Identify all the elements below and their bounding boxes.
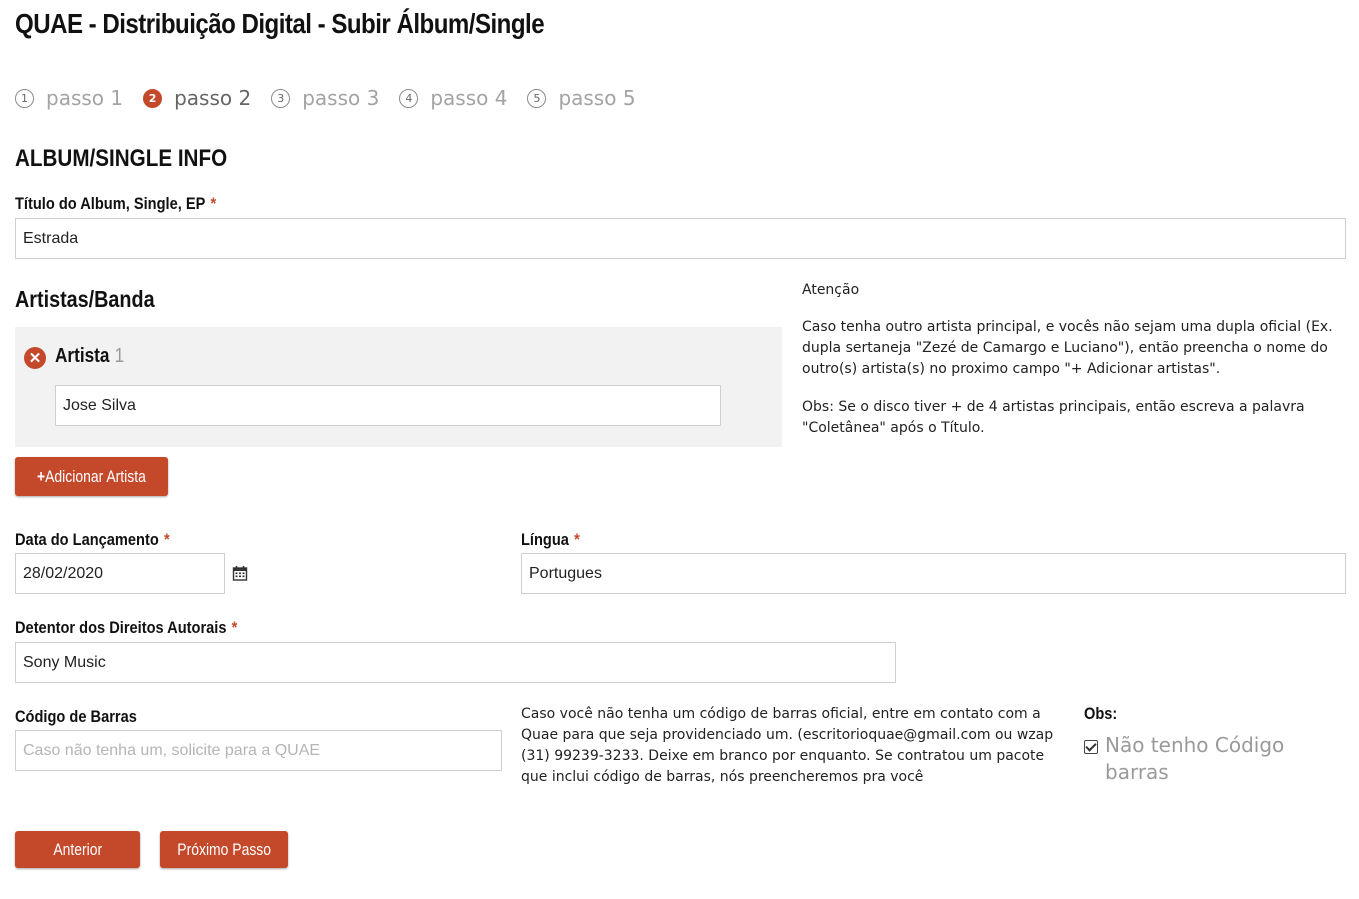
calendar-icon[interactable] [232, 565, 248, 581]
required-marker: * [231, 618, 238, 637]
add-artist-button[interactable]: +Adicionar Artista [15, 457, 168, 496]
previous-button[interactable]: Anterior [15, 831, 140, 868]
step-5-number: 5 [527, 88, 547, 108]
previous-label: Anterior [53, 839, 102, 859]
language-label: Língua * [521, 530, 580, 550]
copyright-label-text: Detentor dos Direitos Autorais [15, 618, 227, 637]
remove-artist-icon[interactable]: ✕ [24, 347, 46, 369]
no-barcode-checkbox-label[interactable]: Não tenho Código barras [1105, 732, 1305, 786]
step-2-number: 2 [143, 88, 163, 108]
required-marker: * [163, 530, 170, 549]
section-title: ALBUM/SINGLE INFO [15, 145, 228, 172]
step-1-label: passo 1 [46, 86, 124, 110]
release-date-label-text: Data do Lançamento [15, 530, 159, 549]
language-label-text: Língua [521, 530, 569, 549]
barcode-label: Código de Barras [15, 707, 137, 726]
language-input[interactable]: Portugues [521, 553, 1346, 594]
checkbox-checked-icon[interactable] [1084, 740, 1098, 754]
attention-paragraph-2: Obs: Se o disco tiver + de 4 artistas pr… [802, 399, 1305, 436]
artist-number: 1 [114, 345, 125, 367]
step-4[interactable]: 4 passo 4 [399, 86, 507, 110]
step-3[interactable]: 3 passo 3 [271, 86, 379, 110]
step-5-label: passo 5 [558, 86, 636, 110]
next-step-button[interactable]: Próximo Passo [160, 831, 288, 868]
copyright-label: Detentor dos Direitos Autorais * [15, 618, 237, 638]
copyright-holder-input[interactable]: Sony Music [15, 642, 896, 683]
attention-paragraph-1: Caso tenha outro artista principal, e vo… [802, 319, 1333, 377]
step-4-number: 4 [399, 88, 419, 108]
attention-title: Atenção [802, 282, 860, 298]
step-3-number: 3 [271, 88, 291, 108]
required-marker: * [210, 194, 217, 213]
artist-name-input[interactable]: Jose Silva [55, 385, 721, 426]
step-3-label: passo 3 [302, 86, 380, 110]
step-5[interactable]: 5 passo 5 [527, 86, 636, 110]
artists-heading: Artistas/Banda [15, 286, 155, 312]
step-2-label: passo 2 [174, 86, 252, 110]
barcode-input[interactable]: Caso não tenha um, solicite para a QUAE [15, 730, 502, 771]
step-indicator: 1 passo 1 2 passo 2 3 passo 3 4 passo 4 … [15, 86, 656, 110]
artist-label: Artista 1 [55, 345, 124, 368]
step-4-label: passo 4 [430, 86, 508, 110]
album-title-label: Título do Album, Single, EP * [15, 194, 216, 214]
step-1[interactable]: 1 passo 1 [15, 86, 123, 110]
album-title-input[interactable]: Estrada [15, 218, 1346, 259]
step-1-number: 1 [15, 88, 34, 108]
step-2[interactable]: 2 passo 2 [143, 86, 251, 110]
release-date-input[interactable]: 28/02/2020 [15, 553, 225, 594]
release-date-label: Data do Lançamento * [15, 530, 170, 550]
plus-icon: + [37, 466, 46, 486]
add-artist-label: Adicionar Artista [45, 466, 146, 486]
artist-label-text: Artista [55, 345, 110, 367]
next-step-label: Próximo Passo [177, 839, 271, 859]
attention-note: Atenção Caso tenha outro artista princip… [802, 280, 1342, 439]
obs-label: Obs: [1084, 704, 1118, 723]
album-title-label-text: Título do Album, Single, EP [15, 194, 206, 213]
barcode-note: Caso você não tenha um código de barras … [521, 706, 1054, 785]
required-marker: * [574, 530, 580, 549]
page-title: QUAE - Distribuição Digital - Subir Álbu… [15, 8, 545, 39]
